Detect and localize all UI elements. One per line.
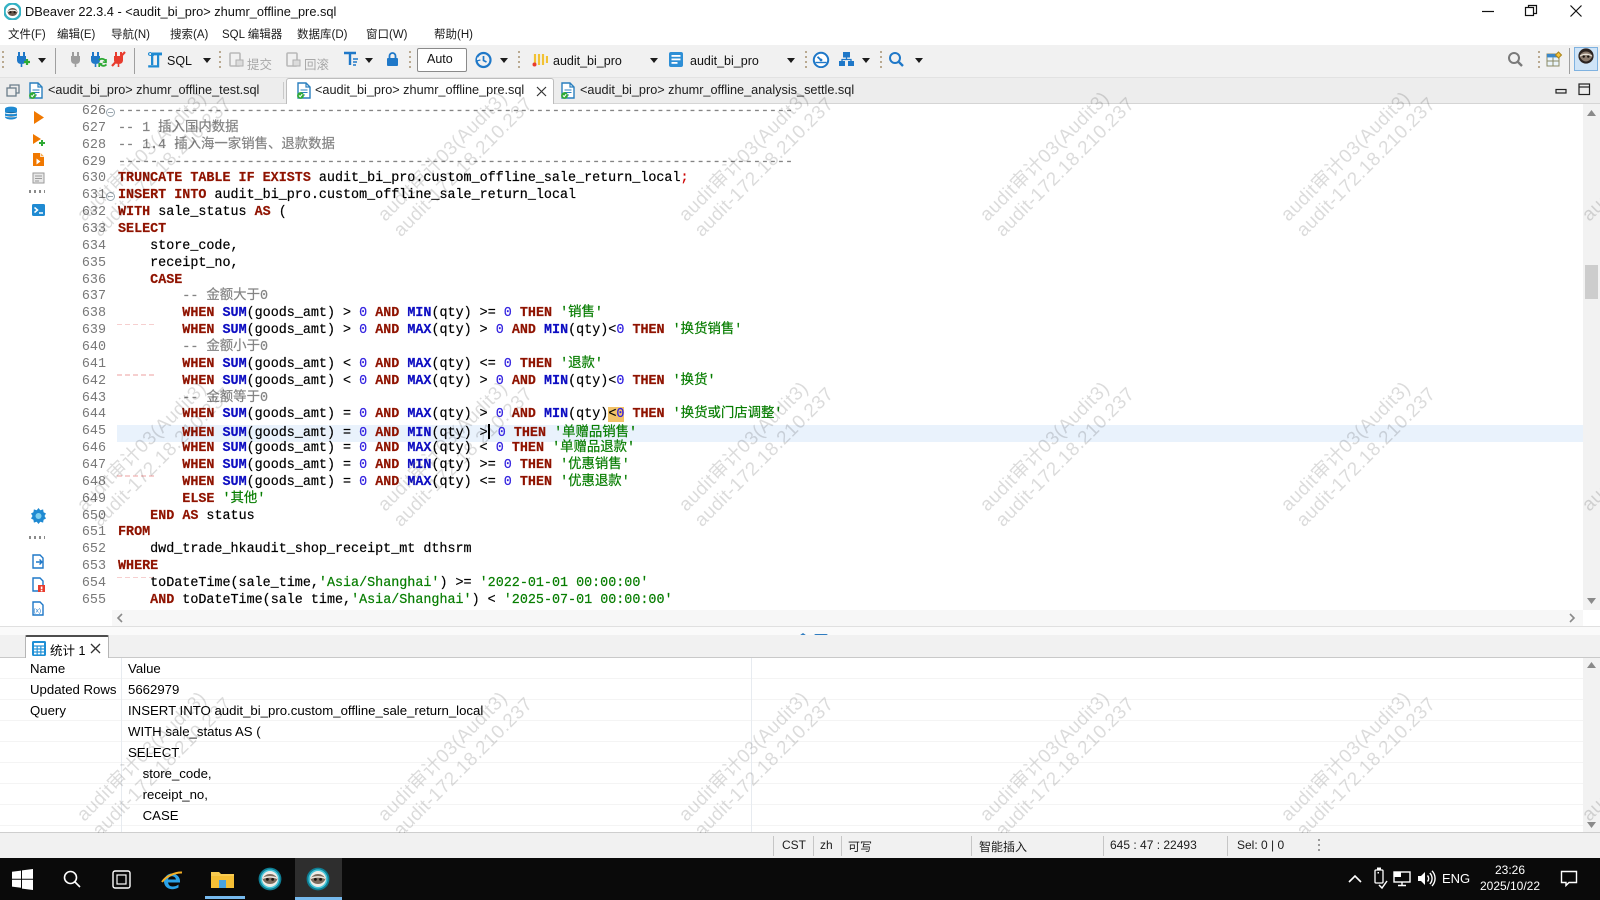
- svg-text:(x): (x): [34, 608, 42, 615]
